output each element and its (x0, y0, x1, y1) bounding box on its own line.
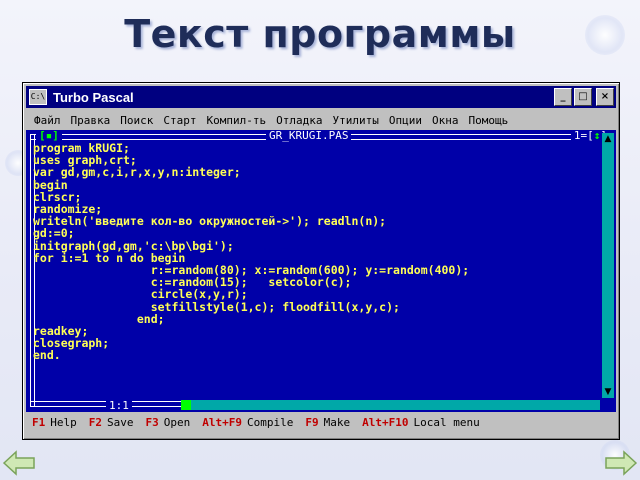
menu-item-run[interactable]: Старт (158, 114, 201, 127)
hotkey-label: Help (50, 415, 77, 429)
menu-item-search[interactable]: Поиск (115, 114, 158, 127)
menu-item-options[interactable]: Опции (384, 114, 427, 127)
left-arrow-icon (2, 450, 35, 476)
hotkey-save[interactable]: F2 Save (89, 416, 134, 429)
hotkey-make[interactable]: F9 Make (305, 416, 350, 429)
code-line: end. (33, 348, 61, 363)
previous-slide-button[interactable] (2, 450, 36, 476)
slide-title: Текст программы (124, 12, 516, 56)
minimize-button[interactable]: _ (554, 88, 572, 106)
file-name: GR_KRUGI.PAS (266, 130, 352, 142)
scroll-down-arrow-icon[interactable]: ▼ (602, 386, 614, 398)
hotkey-label: Local menu (413, 415, 480, 429)
menu-item-tools[interactable]: Утилиты (327, 114, 383, 127)
turbo-pascal-window: C:\ Turbo Pascal _ □ × Файл Правка Поиск… (22, 82, 620, 440)
zoom-icon: ↕ (593, 130, 601, 142)
hotkey-compile[interactable]: Alt+F9 Compile (202, 416, 293, 429)
vertical-scrollbar[interactable] (602, 144, 614, 398)
menu-item-compile[interactable]: Компил-ть (202, 114, 272, 127)
hotkey-label: Save (107, 415, 134, 429)
horizontal-scroll-thumb[interactable] (181, 400, 191, 410)
horizontal-scrollbar[interactable] (181, 400, 600, 410)
hotkey-label: Make (323, 415, 351, 429)
app-icon[interactable]: C:\ (29, 89, 47, 105)
menu-item-window[interactable]: Окна (427, 114, 464, 127)
status-bar: F1 Help F2 Save F3 Open Alt+F9 Compile F9 Mak… (26, 413, 616, 431)
hotkey-key: Alt+F10 (362, 415, 409, 429)
close-button[interactable]: × (596, 88, 614, 106)
hotkey-label: Compile (247, 415, 294, 429)
hotkey-local-menu[interactable]: Alt+F10 Local menu (362, 416, 480, 429)
window-title: Turbo Pascal (53, 89, 134, 105)
right-arrow-icon (605, 450, 638, 476)
menu-item-debug[interactable]: Отладка (271, 114, 327, 127)
maximize-button[interactable]: □ (574, 88, 592, 106)
hotkey-help[interactable]: F1 Help (32, 416, 77, 429)
code-line: writeln('введите кол-во окружностей->');… (33, 214, 387, 229)
hotkey-key: F3 (145, 415, 159, 429)
title-bar[interactable]: C:\ Turbo Pascal _ □ × (26, 86, 616, 108)
hotkey-key: F1 (32, 415, 46, 429)
window-number: 1 (573, 130, 581, 142)
menu-bar: Файл Правка Поиск Старт Компил-ть Отладк… (26, 111, 616, 129)
hotkey-open[interactable]: F3 Open (146, 416, 191, 429)
menu-item-file[interactable]: Файл (26, 114, 66, 127)
window-controls: _ □ × (554, 88, 614, 106)
code-editor[interactable]: [▪] GR_KRUGI.PAS 1=[↕] program kRUGI; us… (26, 130, 616, 412)
hotkey-label: Open (163, 415, 191, 429)
code-text[interactable]: program kRUGI; uses graph,crt; var gd,gm… (33, 142, 593, 362)
next-slide-button[interactable] (604, 450, 638, 476)
hotkey-key: Alt+F9 (202, 415, 242, 429)
cursor-position: 1:1 (106, 400, 132, 412)
menu-item-help[interactable]: Помощь (463, 114, 513, 127)
hotkey-key: F2 (88, 415, 102, 429)
hotkey-key: F9 (305, 415, 319, 429)
menu-item-edit[interactable]: Правка (66, 114, 116, 127)
